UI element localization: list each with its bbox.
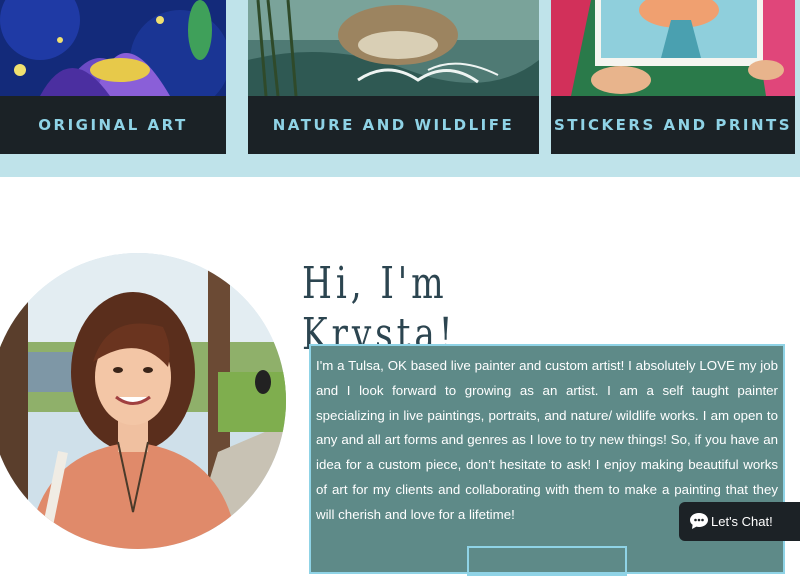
nature-art-image — [248, 0, 539, 96]
original-art-image — [0, 0, 226, 96]
chat-button[interactable]: Let's Chat! — [679, 502, 800, 541]
category-card-nature-and-wildlife[interactable]: NATURE AND WILDLIFE — [248, 0, 539, 154]
artist-portrait — [0, 252, 288, 550]
chat-bubble-icon — [690, 513, 708, 529]
chat-label: Let's Chat! — [711, 514, 773, 529]
category-card-stickers-and-prints[interactable]: STICKERS AND PRINTS — [551, 0, 795, 154]
category-label: STICKERS AND PRINTS — [551, 96, 795, 154]
about-title: Hi, I'm Krysta! — [302, 258, 457, 360]
stickers-art-image — [551, 0, 795, 96]
category-card-original-art[interactable]: ORIGINAL ART — [0, 0, 226, 154]
category-label: ORIGINAL ART — [0, 96, 226, 154]
about-button[interactable] — [467, 546, 627, 576]
category-label: NATURE AND WILDLIFE — [248, 96, 539, 154]
